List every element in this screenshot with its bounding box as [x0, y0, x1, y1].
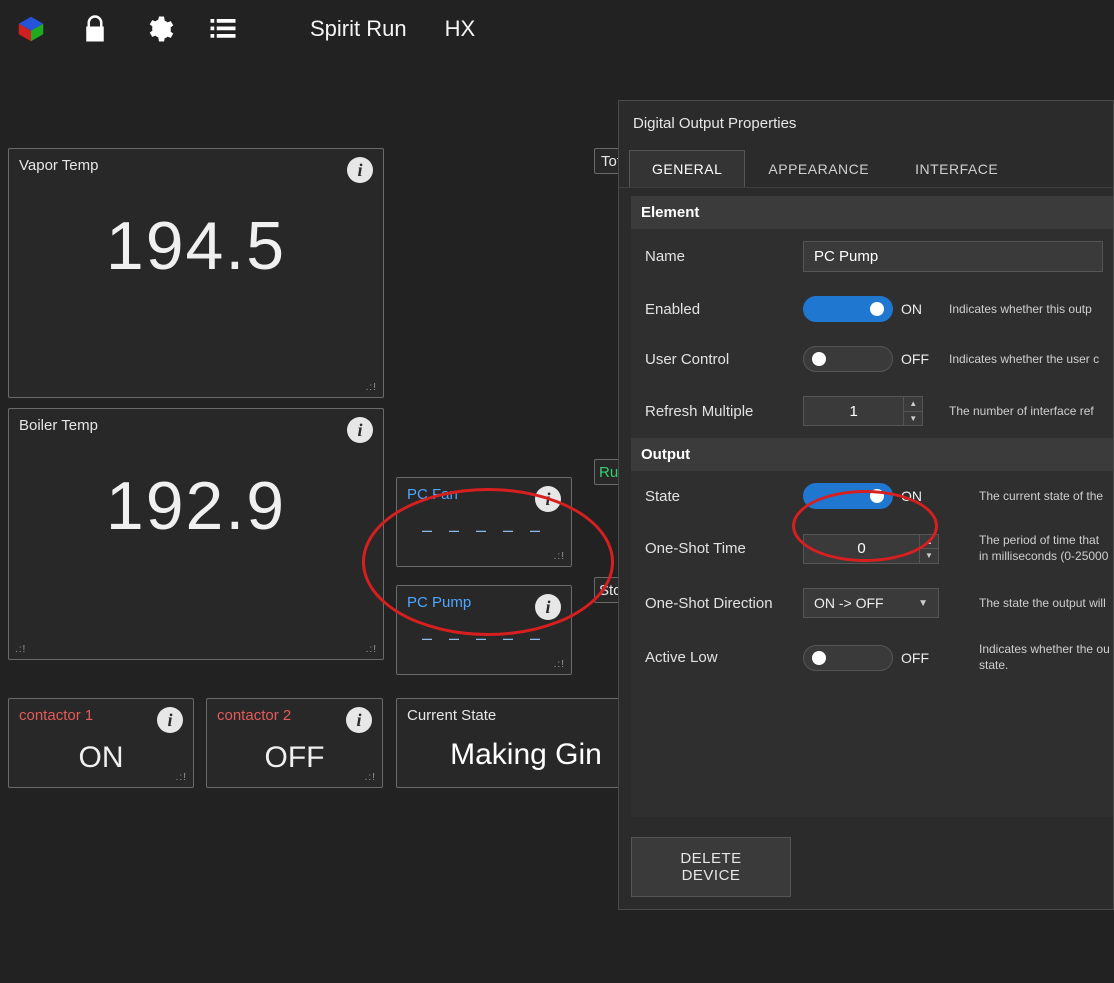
panel-pc-pump[interactable]: PC Pump i – – – – – .:! — [396, 585, 572, 675]
user-control-toggle[interactable] — [803, 346, 893, 372]
one-shot-time-spinner[interactable]: ▲▼ — [803, 534, 939, 564]
spinner-down-icon[interactable]: ▼ — [920, 549, 938, 563]
label-one-shot-direction: One-Shot Direction — [645, 595, 793, 612]
row-name: Name — [645, 229, 1113, 284]
active-low-toggle[interactable] — [803, 645, 893, 671]
gear-icon[interactable] — [142, 12, 176, 46]
panel-boiler-temp[interactable]: Boiler Temp i 192.9 .:! .:! — [8, 408, 384, 660]
spinner-up-icon[interactable]: ▲ — [904, 397, 922, 412]
info-icon[interactable]: i — [157, 707, 183, 733]
label-state: State — [645, 488, 793, 505]
user-control-toggle-label: OFF — [901, 351, 929, 367]
panel-pc-fan[interactable]: PC Fan i – – – – – .:! — [396, 477, 572, 567]
row-active-low: Active Low OFF Indicates whether the ou … — [645, 630, 1113, 685]
panel-title: Boiler Temp — [19, 417, 98, 434]
row-refresh-multiple: Refresh Multiple ▲▼ The number of interf… — [645, 384, 1113, 438]
panel-title: Current State — [407, 707, 496, 724]
info-icon[interactable]: i — [347, 157, 373, 183]
label-name: Name — [645, 248, 793, 265]
enabled-toggle[interactable] — [803, 296, 893, 322]
name-input[interactable] — [803, 241, 1103, 272]
info-icon[interactable]: i — [535, 486, 561, 512]
desc-one-shot-time: The period of time that in milliseconds … — [949, 533, 1113, 564]
panel-title: contactor 2 — [217, 707, 291, 724]
spinner-up-icon[interactable]: ▲ — [920, 535, 938, 550]
label-user-control: User Control — [645, 351, 793, 368]
panel-vapor-temp[interactable]: Vapor Temp i 194.5 .:! — [8, 148, 384, 398]
vapor-temp-value: 194.5 — [9, 187, 383, 315]
spinner-down-icon[interactable]: ▼ — [904, 412, 922, 426]
tab-appearance[interactable]: APPEARANCE — [745, 150, 892, 187]
state-toggle[interactable] — [803, 483, 893, 509]
logo-cube-icon[interactable] — [14, 12, 48, 46]
label-active-low: Active Low — [645, 649, 793, 666]
row-one-shot-time: One-Shot Time ▲▼ The period of time that… — [645, 521, 1113, 576]
resize-grip-icon: .:! — [366, 382, 377, 393]
dialog-tabs: GENERAL APPEARANCE INTERFACE — [619, 150, 1113, 188]
label-enabled: Enabled — [645, 301, 793, 318]
current-state-value: Making Gin — [397, 728, 655, 788]
info-icon[interactable]: i — [346, 707, 372, 733]
lock-icon[interactable] — [78, 12, 112, 46]
panel-title: contactor 1 — [19, 707, 93, 724]
section-output: Output — [631, 438, 1113, 471]
one-shot-direction-dropdown[interactable]: ON -> OFF ▼ — [803, 588, 939, 618]
info-icon[interactable]: i — [535, 594, 561, 620]
desc-state: The current state of the — [949, 489, 1113, 503]
panel-contactor-2[interactable]: contactor 2 i OFF .:! — [206, 698, 383, 788]
info-icon[interactable]: i — [347, 417, 373, 443]
label-one-shot-time: One-Shot Time — [645, 540, 793, 557]
nav-hx[interactable]: HX — [445, 16, 476, 42]
desc-user-control: Indicates whether the user c — [949, 352, 1113, 366]
desc-enabled: Indicates whether this outp — [949, 302, 1113, 316]
toolbar: Spirit Run HX — [0, 0, 1114, 58]
desc-one-shot-direction: The state the output will — [949, 596, 1113, 610]
row-state: State ON The current state of the — [645, 471, 1113, 521]
panel-sto-hidden: Sto — [594, 577, 620, 603]
boiler-temp-value: 192.9 — [9, 447, 383, 575]
dropdown-value: ON -> OFF — [814, 595, 884, 611]
panel-title: PC Pump — [407, 594, 471, 611]
active-low-toggle-label: OFF — [901, 650, 929, 666]
chevron-down-icon: ▼ — [918, 598, 928, 609]
delete-device-button[interactable]: DELETE DEVICE — [631, 837, 791, 897]
dialog-body: Element Name Enabled ON Indicates whethe… — [631, 196, 1113, 817]
row-enabled: Enabled ON Indicates whether this outp — [645, 284, 1113, 334]
list-icon[interactable] — [206, 12, 240, 46]
panel-title: Vapor Temp — [19, 157, 99, 174]
resize-grip-icon: .:! — [15, 644, 26, 655]
contactor1-value: ON — [9, 737, 193, 785]
panel-current-state[interactable]: Current State Making Gin — [396, 698, 656, 788]
label-refresh-multiple: Refresh Multiple — [645, 403, 793, 420]
desc-refresh-multiple: The number of interface ref — [949, 404, 1113, 418]
section-element: Element — [631, 196, 1113, 229]
pc-fan-value: – – – – – — [397, 516, 571, 559]
nav-spirit-run[interactable]: Spirit Run — [310, 16, 407, 42]
resize-grip-icon: .:! — [366, 644, 377, 655]
state-toggle-label: ON — [901, 488, 922, 504]
row-one-shot-direction: One-Shot Direction ON -> OFF ▼ The state… — [645, 576, 1113, 630]
panel-run-hidden: Run — [594, 459, 620, 485]
one-shot-time-input[interactable] — [804, 535, 919, 563]
panel-contactor-1[interactable]: contactor 1 i ON .:! — [8, 698, 194, 788]
pc-pump-value: – – – – – — [397, 624, 571, 667]
panel-title: PC Fan — [407, 486, 458, 503]
refresh-multiple-input[interactable] — [804, 397, 903, 425]
desc-active-low: Indicates whether the ou state. — [949, 642, 1113, 673]
refresh-multiple-spinner[interactable]: ▲▼ — [803, 396, 923, 426]
tab-interface[interactable]: INTERFACE — [892, 150, 1021, 187]
tab-general[interactable]: GENERAL — [629, 150, 745, 187]
digital-output-properties-dialog: Digital Output Properties GENERAL APPEAR… — [618, 100, 1114, 910]
nav-tabs: Spirit Run HX — [310, 16, 475, 42]
enabled-toggle-label: ON — [901, 301, 922, 317]
dialog-title: Digital Output Properties — [619, 101, 1113, 150]
contactor2-value: OFF — [207, 737, 382, 785]
row-user-control: User Control OFF Indicates whether the u… — [645, 334, 1113, 384]
